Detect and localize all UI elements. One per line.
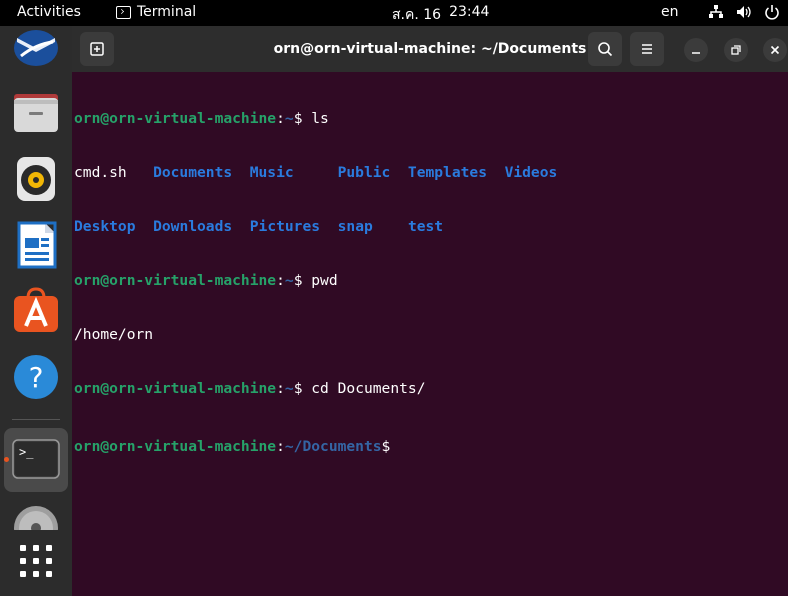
command-text: $ pwd [293,272,338,289]
ls-entry: Downloads [153,218,233,235]
new-tab-button[interactable] [80,32,114,66]
writer-icon[interactable] [11,220,61,270]
dock: ? >_ [0,26,72,596]
ls-entry: Desktop [74,218,136,235]
dock-separator [12,419,60,420]
new-tab-icon [90,42,104,56]
ls-output-row: cmd.sh Documents Music Public Templates … [74,164,788,182]
ls-entry: Templates [407,164,487,181]
clock-date: ส.ค. 16 [392,7,442,23]
prompt-path: ~ [284,110,294,127]
ls-entry: snap [337,218,373,235]
menu-button[interactable] [630,32,664,66]
app-menu[interactable]: Terminal [116,4,196,20]
close-icon [770,45,780,55]
software-icon[interactable] [11,286,61,336]
window-title: orn@orn-virtual-machine: ~/Documents [273,41,587,57]
search-icon [598,42,613,57]
keyboard-layout[interactable]: en [661,4,679,20]
terminal-line: orn@orn-virtual-machine:~$ cd Documents/ [74,380,426,397]
prompt-path: ~ [284,272,294,289]
svg-text:?: ? [29,361,44,394]
terminal-line: orn@orn-virtual-machine:~$ pwd [74,272,338,289]
hamburger-icon [642,44,652,54]
ls-entry: cmd.sh [74,164,127,181]
close-button[interactable] [763,38,787,62]
power-icon [764,3,780,21]
terminal-line: /home/orn [74,326,788,344]
terminal-line: orn@orn-virtual-machine:~$ ls [74,110,329,127]
terminal-line: orn@orn-virtual-machine:~/Documents$ [74,434,788,455]
header-bar[interactable]: orn@orn-virtual-machine: ~/Documents [72,26,788,72]
ls-entry: Music [249,164,294,181]
command-text: $ [381,438,391,455]
ls-entry: Documents [153,164,233,181]
network-icon [708,3,724,21]
prompt-path: ~/Documents [284,438,382,455]
prompt-path: ~ [284,380,294,397]
top-bar: Activities Terminal ส.ค. 16 23:44 en [0,0,788,26]
running-indicator [4,457,9,462]
terminal-small-icon [116,5,131,19]
activities-button[interactable]: Activities [17,4,81,20]
terminal-window: orn@orn-virtual-machine: ~/Documents orn… [72,26,788,596]
prompt-user: orn@orn-virtual-machine [74,438,277,455]
system-menu[interactable] [708,3,780,21]
thunderbird-icon[interactable] [11,26,61,76]
apps-grid-icon[interactable] [11,536,61,586]
app-name: Terminal [137,4,197,20]
command-text: $ ls [293,110,329,127]
command-text: $ cd Documents/ [293,380,426,397]
help-icon[interactable]: ? [11,352,61,402]
pwd-output: /home/orn [74,326,154,343]
prompt-user: orn@orn-virtual-machine [74,110,277,127]
svg-text:>_: >_ [19,445,34,459]
minimize-button[interactable] [684,38,708,62]
terminal-cursor [390,434,398,451]
ls-output-row: Desktop Downloads Pictures snap test [74,218,788,236]
maximize-button[interactable] [724,38,748,62]
files-icon[interactable] [11,88,61,138]
ls-entry: Pictures [249,218,321,235]
volume-icon [736,3,752,21]
prompt-user: orn@orn-virtual-machine [74,380,277,397]
ls-entry: Videos [504,164,558,181]
minimize-icon [692,52,700,54]
terminal-output[interactable]: orn@orn-virtual-machine:~$ ls cmd.sh Doc… [74,74,788,488]
ls-entry: Public [337,164,391,181]
restore-icon [731,45,741,55]
prompt-user: orn@orn-virtual-machine [74,272,277,289]
search-button[interactable] [588,32,622,66]
disc-icon[interactable] [11,500,61,530]
terminal-icon[interactable]: >_ [11,434,61,484]
clock-time: 23:44 [449,4,490,20]
ls-entry: test [407,218,444,235]
rhythmbox-icon[interactable] [11,154,61,204]
clock[interactable]: ส.ค. 16 23:44 [392,4,489,26]
